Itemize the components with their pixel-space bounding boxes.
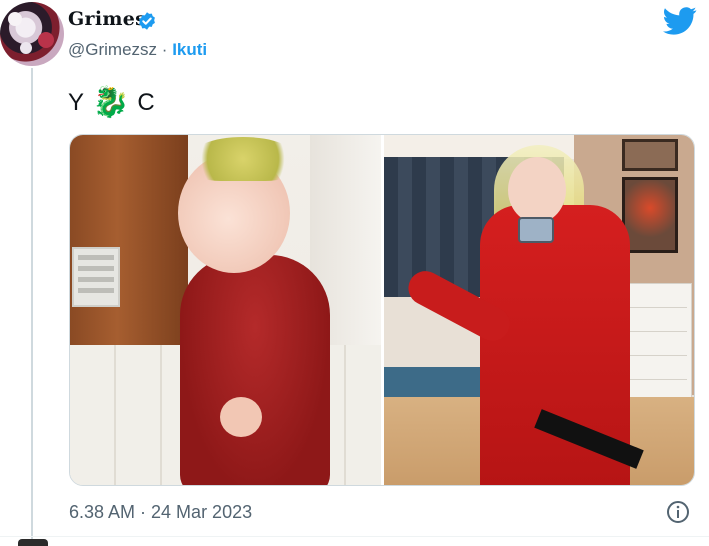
tweet-text-left: Y <box>68 89 85 116</box>
info-icon[interactable] <box>666 500 690 524</box>
media-grid <box>69 134 695 486</box>
author-name[interactable]: Grimes <box>68 8 146 30</box>
photo-baby[interactable] <box>70 135 381 485</box>
grimes-head <box>507 157 566 223</box>
baby-hand <box>220 397 262 437</box>
tweet-text: Y 🐉 C <box>68 88 155 118</box>
wall-vent <box>72 247 120 307</box>
avatar[interactable] <box>0 2 64 66</box>
author-handle[interactable]: @Grimezsz <box>68 40 157 59</box>
verified-badge-icon <box>139 12 155 30</box>
wall-art-top <box>622 139 678 171</box>
tweet-timestamp[interactable]: 6.38 AM · 24 Mar 2023 <box>69 502 252 523</box>
photo-grimes[interactable] <box>383 135 694 485</box>
baby-outfit <box>180 255 330 485</box>
thread-line <box>31 68 33 546</box>
baby-hair <box>188 137 298 181</box>
phone <box>517 217 554 243</box>
separator-dot: · <box>161 40 168 59</box>
wall-art-bottom <box>622 177 678 253</box>
tweet-text-right: C <box>137 89 155 116</box>
divider <box>0 536 709 537</box>
next-tweet-avatar <box>18 539 48 546</box>
door <box>70 135 188 347</box>
handle-row: @Grimezsz · Ikuti <box>68 40 207 60</box>
twitter-bird-icon[interactable] <box>663 6 697 36</box>
dragon-emoji: 🐉 <box>92 86 130 119</box>
follow-link[interactable]: Ikuti <box>172 40 207 59</box>
